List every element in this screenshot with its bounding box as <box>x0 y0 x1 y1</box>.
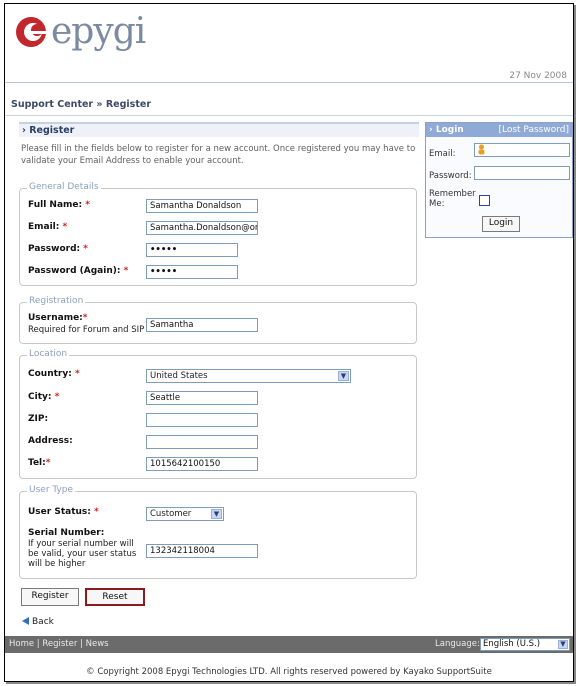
epygi-logo: epygi <box>15 11 146 52</box>
city-label: City: * <box>28 392 60 402</box>
copyright-text: © Copyright 2008 Epygi Technologies LTD.… <box>86 667 492 677</box>
registration-legend: Registration <box>27 296 86 306</box>
intro-text: Please fill in the fields below to regis… <box>21 144 416 166</box>
email-label: Email: * <box>28 222 68 232</box>
full-name-field[interactable]: Samantha Donaldson <box>146 199 258 213</box>
serial-number-field[interactable]: 132342118004 <box>146 544 258 558</box>
login-password-label: Password: <box>429 171 472 181</box>
city-field[interactable]: Seattle <box>146 391 258 405</box>
username-label: Username:* <box>28 313 88 323</box>
footer-bar: Home | Register | News Language: English… <box>5 636 573 653</box>
user-icon <box>478 144 485 155</box>
epygi-logo-icon <box>15 15 49 49</box>
user-type-group: User Type User Status: * Customer ▼ Seri… <box>19 485 417 579</box>
address-field[interactable] <box>146 435 258 449</box>
user-status-label: User Status: * <box>28 507 99 517</box>
login-button[interactable]: Login <box>482 216 520 232</box>
location-group: Location Country: * United States ▼ City… <box>19 349 417 479</box>
current-date: 27 Nov 2008 <box>509 71 567 81</box>
general-details-group: General Details Full Name: * Samantha Do… <box>19 182 417 286</box>
chevron-down-icon[interactable]: ▼ <box>338 371 349 381</box>
zip-field[interactable] <box>146 413 258 427</box>
tel-label: Tel:* <box>28 458 51 468</box>
login-password-field[interactable] <box>474 166 570 180</box>
username-field[interactable]: Samantha <box>146 318 258 332</box>
login-email-field[interactable] <box>474 143 570 157</box>
remember-me-label: Remember Me: <box>429 189 476 209</box>
general-details-legend: General Details <box>27 182 101 192</box>
language-label: Language: <box>435 639 480 649</box>
back-link[interactable]: Back <box>22 617 54 627</box>
login-panel: › Login [Lost Password] Email: Password:… <box>425 122 573 238</box>
lost-password-link[interactable]: [Lost Password] <box>498 123 569 137</box>
chevron-down-icon[interactable]: ▼ <box>558 640 568 649</box>
tel-field[interactable]: 1015642100150 <box>146 457 258 471</box>
breadcrumb-divider <box>5 115 573 116</box>
footer-nav-links[interactable]: Home | Register | News <box>9 636 109 653</box>
serial-number-label: Serial Number: <box>28 528 105 538</box>
login-email-label: Email: <box>429 149 456 159</box>
logo-text: epygi <box>51 11 146 52</box>
username-hint: Required for Forum and SIP <box>28 325 145 335</box>
login-title: › Login <box>429 125 464 135</box>
address-label: Address: <box>28 436 73 446</box>
header-divider <box>5 82 573 83</box>
login-header: › Login [Lost Password] <box>426 123 572 137</box>
back-arrow-icon <box>22 617 29 625</box>
zip-label: ZIP: <box>28 414 49 424</box>
remember-me-checkbox[interactable] <box>479 195 490 206</box>
country-label: Country: * <box>28 369 80 379</box>
page-frame: epygi 27 Nov 2008 Support Center » Regis… <box>4 3 574 682</box>
country-select[interactable]: United States ▼ <box>146 369 351 383</box>
header: epygi 27 Nov 2008 <box>5 4 573 84</box>
language-value: English (U.S.) <box>483 639 541 649</box>
reset-button[interactable]: Reset <box>85 588 145 606</box>
password-label: Password: * <box>28 244 88 254</box>
email-field[interactable]: Samantha.Donaldson@omni <box>146 221 258 235</box>
user-status-value: Customer <box>150 509 192 519</box>
back-label: Back <box>32 617 54 627</box>
language-select[interactable]: English (U.S.) ▼ <box>480 638 570 651</box>
location-legend: Location <box>27 349 70 359</box>
registration-group: Registration Username:* Required for For… <box>19 296 417 344</box>
register-section-title: › Register <box>19 122 419 137</box>
breadcrumb: Support Center » Register <box>11 99 152 110</box>
password-again-field[interactable]: ••••• <box>146 265 238 279</box>
full-name-label: Full Name: * <box>28 200 90 210</box>
password-field[interactable]: ••••• <box>146 243 238 257</box>
country-value: United States <box>150 371 208 381</box>
chevron-down-icon[interactable]: ▼ <box>211 509 222 519</box>
user-status-select[interactable]: Customer ▼ <box>146 507 224 521</box>
password-again-label: Password (Again): * <box>28 266 129 276</box>
user-type-legend: User Type <box>27 485 76 495</box>
register-button[interactable]: Register <box>21 588 79 606</box>
serial-number-hint: If your serial number will be valid, you… <box>28 539 137 569</box>
